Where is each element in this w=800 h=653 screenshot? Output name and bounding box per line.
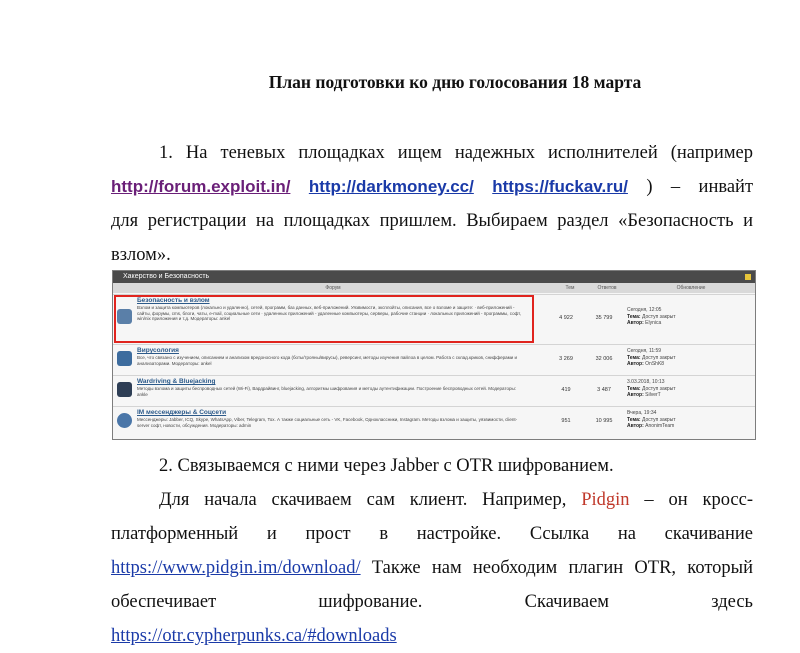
forum-last-post: Вчера, 19:34 Тема: Доступ закрыт Автор: …	[627, 410, 676, 429]
forum-topics-count: 419	[561, 387, 571, 393]
step-2-line: 2. Связываемся с ними через Jabber с OTR…	[159, 456, 614, 476]
link-darkmoney[interactable]: http://darkmoney.cc/	[309, 177, 474, 196]
forum-section-title: Хакерство и Безопасность	[123, 273, 210, 280]
forum-topics-count: 4 922	[559, 315, 573, 321]
forum-description: Мессенджеры: Jabber, ICQ, Skype, WhatsAp…	[137, 417, 518, 428]
forum-last-post: Сегодня, 11:59 Тема: Доступ закрыт Автор…	[627, 348, 676, 367]
forum-topics-count: 3 269	[559, 356, 573, 362]
collapse-icon	[745, 274, 751, 280]
step-2-body-line-1: Для начала скачиваем сам клиент. Наприме…	[159, 490, 753, 510]
step-2-paragraph: Для начала скачиваем сам клиент. Наприме…	[111, 483, 753, 653]
page-title: План подготовки ко дню голосования 18 ма…	[268, 72, 642, 92]
step-2-body-line-4: обеспечивает шифрование. Скачиваем здесь	[111, 592, 753, 612]
link-otr-downloads[interactable]: https://otr.cypherpunks.ca/#downloads	[111, 626, 397, 646]
step-2-body-line-5: https://otr.cypherpunks.ca/#downloads	[111, 619, 753, 653]
forum-wifi-icon	[117, 382, 132, 397]
forum-posts-count: 32 006	[595, 356, 613, 362]
col-updated: Обновление	[676, 285, 706, 291]
step-2-body-line-3: https://www.pidgin.im/download/ Также на…	[111, 558, 754, 578]
link-fuckav[interactable]: https://fuckav.ru/	[492, 177, 628, 196]
link-forum-exploit[interactable]: http://forum.exploit.in/	[111, 177, 290, 196]
step-2-body-line-2: платформенный и прост в настройке. Ссылк…	[111, 524, 753, 544]
forum-vk-icon	[117, 413, 132, 428]
forum-posts-count: 3 487	[597, 387, 611, 393]
forum-posts-count: 10 995	[595, 418, 613, 424]
forum-last-post: 3.03.2018, 10:13 Тема: Доступ закрыт Авт…	[627, 379, 676, 398]
forum-title[interactable]: IM мессенджеры & Соцсети	[137, 409, 226, 416]
col-topics: Тем	[565, 285, 575, 291]
step-1-line-1: 1. На теневых площадках ищем надежных ис…	[159, 143, 753, 163]
forum-column-headers: Форум Тем Ответов Обновление	[113, 283, 755, 293]
pidgin-name: Pidgin	[581, 490, 630, 510]
col-forum: Форум	[325, 285, 341, 291]
col-posts: Ответов	[597, 285, 617, 291]
forum-virus-icon	[117, 351, 132, 366]
forum-description: Все, что связано с изучением, описанием …	[137, 355, 517, 366]
forum-posts-count: 35 799	[595, 315, 613, 321]
step-1-paragraph: 1. На теневых площадках ищем надежных ис…	[111, 136, 753, 272]
forum-title[interactable]: Wardriving & Bluejacking	[137, 378, 216, 385]
step-1-line-4: взлом».	[111, 245, 171, 265]
step-1-line-2-tail: ) – инвайт	[646, 177, 754, 197]
forum-topics-count: 951	[561, 418, 571, 424]
step-2-heading: 2. Связываемся с ними через Jabber с OTR…	[111, 449, 753, 483]
document-page: План подготовки ко дню голосования 18 ма…	[0, 0, 800, 649]
step-1-line-2: http://forum.exploit.in/ http://darkmone…	[111, 170, 753, 204]
forum-row[interactable]: Вирусология Все, что связано с изучением…	[113, 344, 755, 375]
forum-row[interactable]: Wardriving & Bluejacking Методы взлома и…	[113, 375, 755, 406]
highlight-box	[114, 295, 534, 343]
forum-row[interactable]: IM мессенджеры & Соцсети Мессенджеры: Ja…	[113, 406, 755, 439]
forum-last-post: Сегодня, 12:05 Тема: Доступ закрыт Автор…	[627, 307, 676, 326]
forum-section-header: Хакерство и Безопасность	[113, 271, 755, 283]
forum-description: Методы взлома и защиты беспроводных сете…	[137, 386, 516, 397]
forum-screenshot: Хакерство и Безопасность Форум Тем Ответ…	[112, 270, 756, 440]
link-pidgin-download[interactable]: https://www.pidgin.im/download/	[111, 558, 361, 578]
forum-title[interactable]: Вирусология	[137, 347, 179, 354]
step-1-line-3: для регистрации на площадках пришлем. Вы…	[111, 211, 753, 231]
